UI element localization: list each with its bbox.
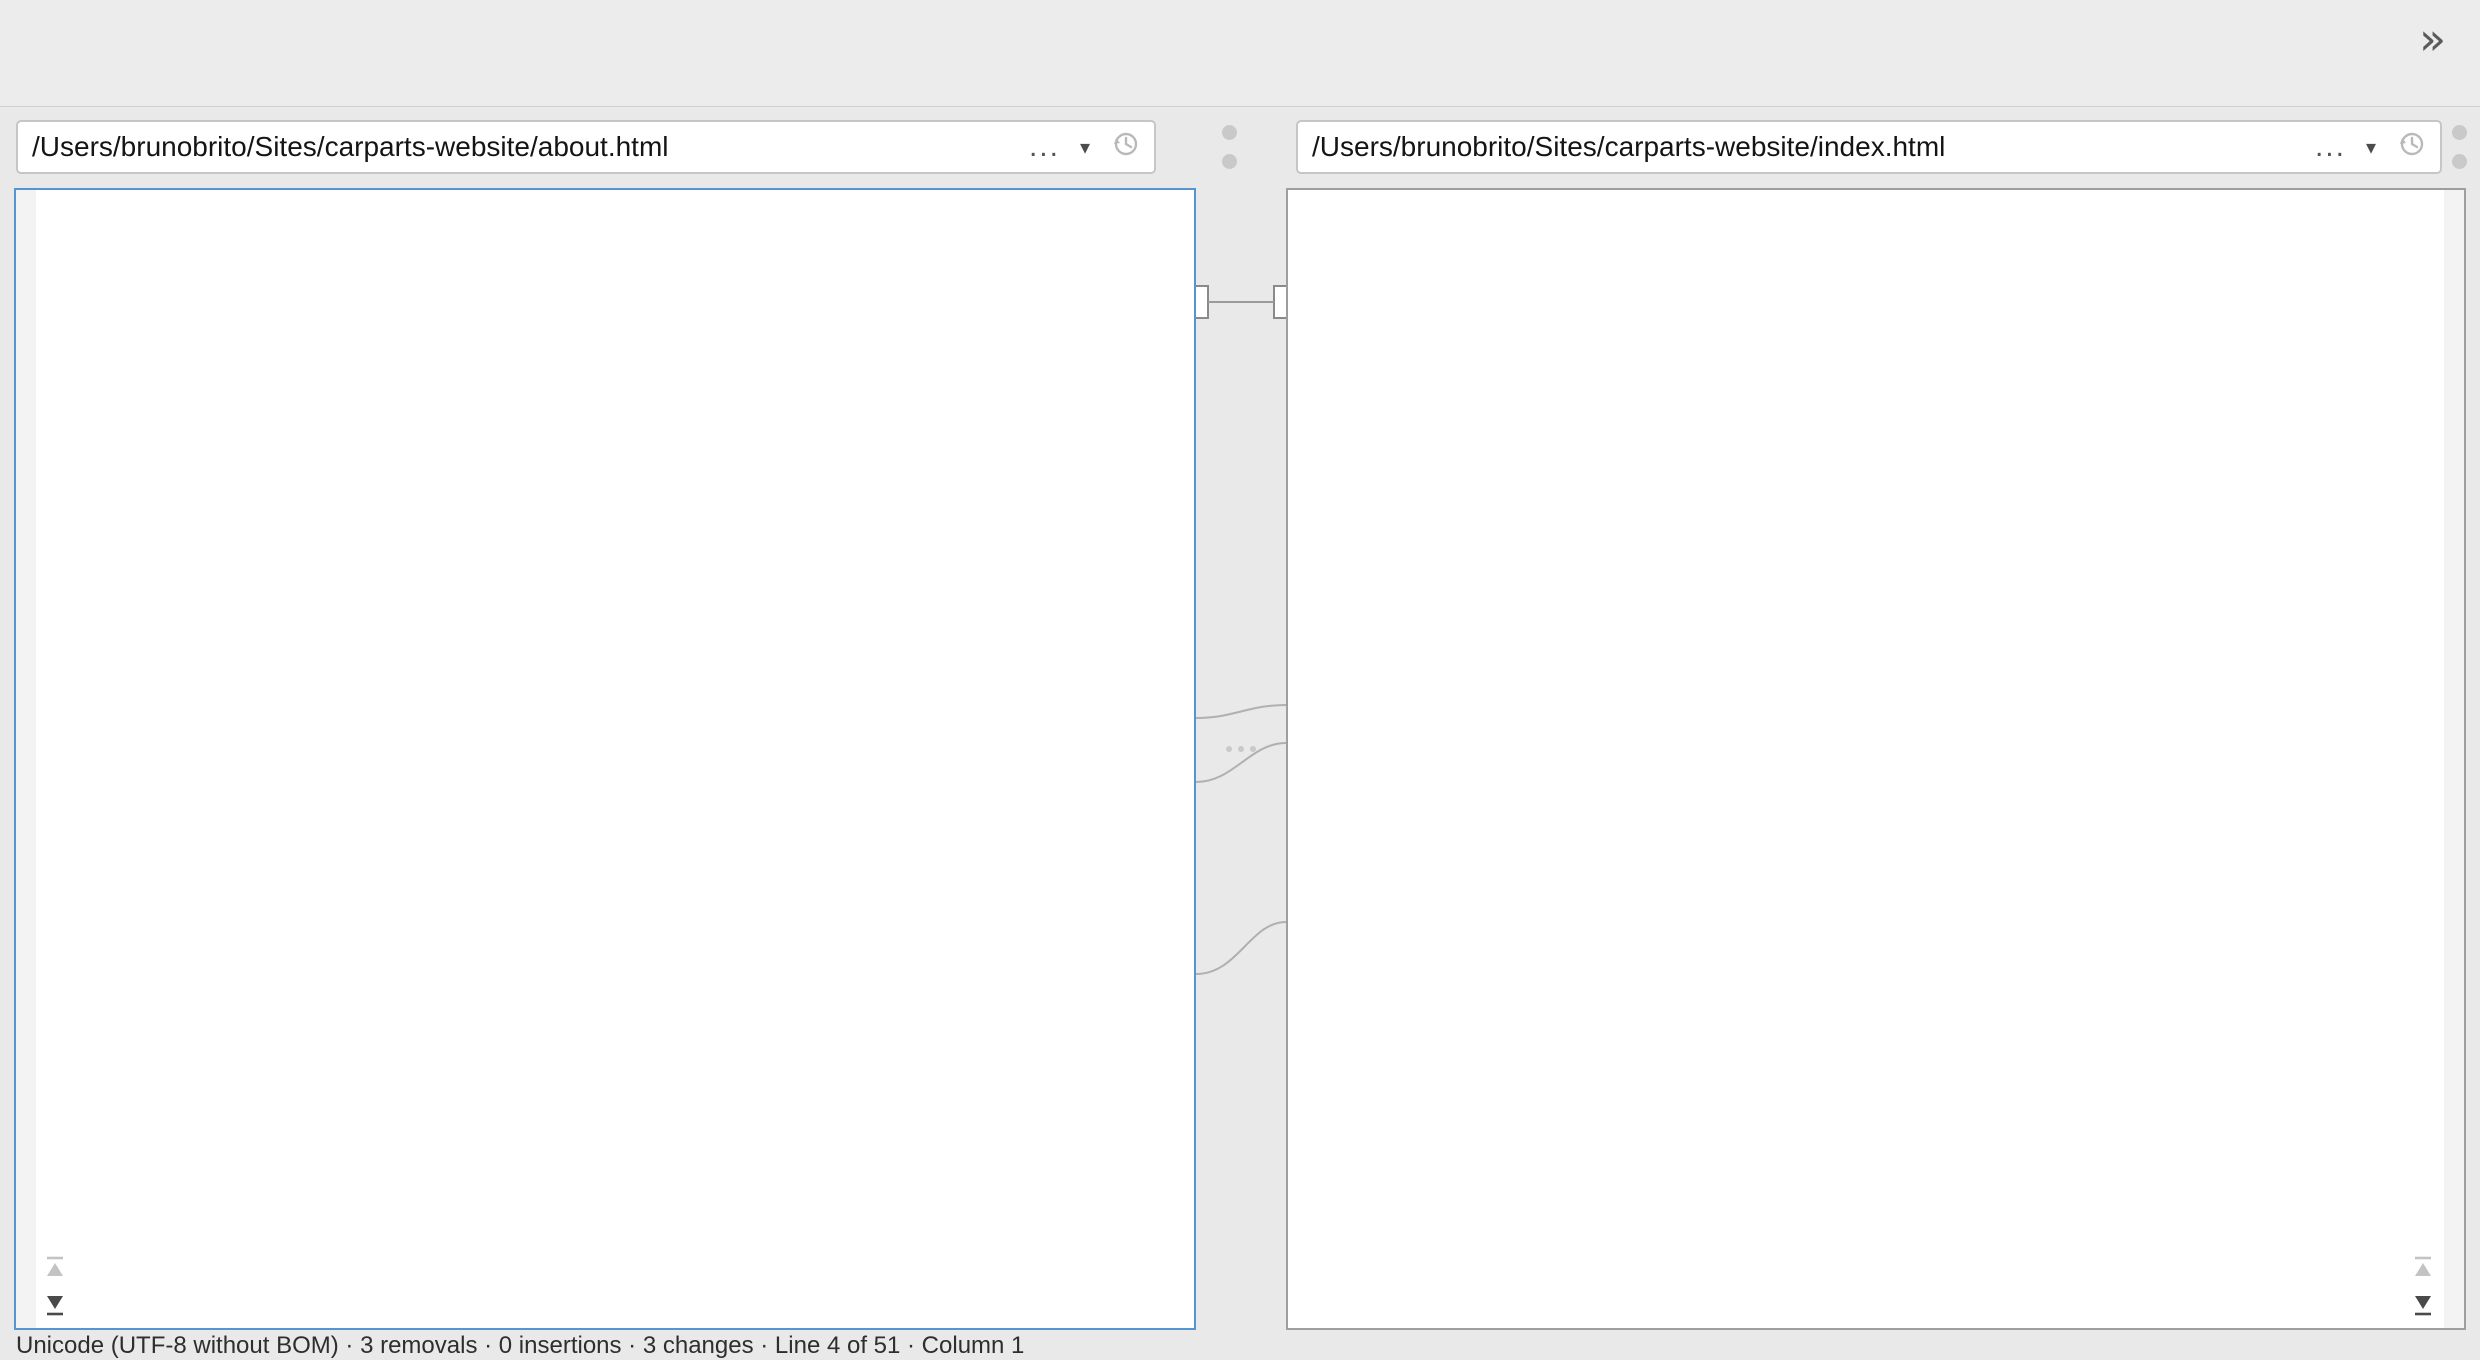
history-icon[interactable]	[1110, 129, 1140, 166]
left-editor-pane[interactable]	[14, 188, 1196, 1330]
zoom-window-button[interactable]	[108, 34, 131, 57]
window-edge-handle[interactable]	[2452, 125, 2467, 169]
gap-splitter-dots	[1226, 746, 1256, 752]
toolbar: »	[0, 0, 2480, 107]
right-change-nav	[2408, 1252, 2438, 1320]
status-bar: Unicode (UTF-8 without BOM) · 3 removals…	[0, 1332, 2480, 1360]
diff-connector-gap	[1196, 188, 1286, 1330]
ellipsis-icon[interactable]: ...	[2315, 141, 2346, 153]
next-change-button[interactable]	[40, 1290, 70, 1320]
right-editor-pane[interactable]	[1286, 188, 2466, 1330]
history-icon[interactable]	[2396, 129, 2426, 166]
traffic-lights	[32, 34, 131, 57]
left-file-path-field[interactable]: /Users/brunobrito/Sites/carparts-website…	[16, 120, 1156, 174]
left-change-nav	[40, 1252, 70, 1320]
next-change-button[interactable]	[2408, 1290, 2438, 1320]
minimize-window-button[interactable]	[70, 34, 93, 57]
ellipsis-icon[interactable]: ...	[1029, 141, 1060, 153]
toolbar-overflow-button[interactable]: »	[2419, 18, 2446, 62]
previous-change-button[interactable]	[40, 1252, 70, 1282]
path-row: /Users/brunobrito/Sites/carparts-website…	[0, 107, 2480, 188]
path-splitter-handle[interactable]	[1222, 125, 1237, 169]
right-change-overview-scrollbar[interactable]	[2444, 190, 2464, 1328]
left-code-area[interactable]	[36, 190, 1194, 1328]
chevron-down-icon[interactable]: ▾	[1080, 135, 1090, 160]
right-file-path-field[interactable]: /Users/brunobrito/Sites/carparts-website…	[1296, 120, 2442, 174]
left-change-overview-scrollbar[interactable]	[16, 190, 36, 1328]
right-code-area[interactable]	[1288, 190, 2444, 1328]
right-file-path[interactable]: /Users/brunobrito/Sites/carparts-website…	[1298, 131, 2315, 163]
chevron-down-icon[interactable]: ▾	[2366, 135, 2376, 160]
close-window-button[interactable]	[32, 34, 55, 57]
previous-change-button[interactable]	[2408, 1252, 2438, 1282]
left-file-path[interactable]: /Users/brunobrito/Sites/carparts-website…	[18, 131, 1029, 163]
